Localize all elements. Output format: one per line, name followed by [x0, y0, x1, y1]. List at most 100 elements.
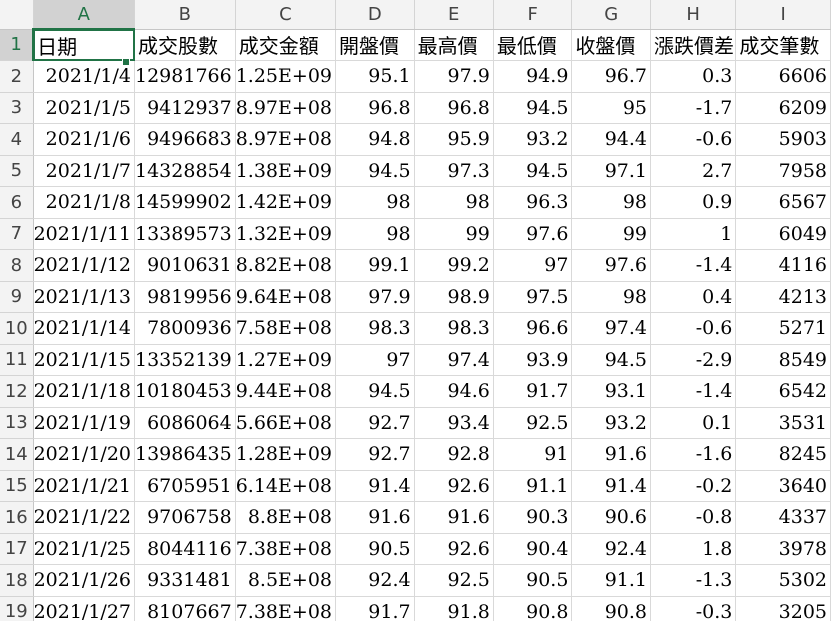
cell-a12[interactable]: 2021/1/18 [33, 375, 136, 408]
cell-h1[interactable]: 漲跌價差 [650, 29, 737, 61]
cell-f11[interactable]: 93.9 [493, 344, 573, 376]
cell-f18[interactable]: 90.5 [493, 564, 573, 597]
cell-f9[interactable]: 97.5 [493, 281, 573, 313]
cell-e15[interactable]: 92.6 [414, 470, 494, 502]
cell-e2[interactable]: 97.9 [414, 60, 494, 93]
cell-g6[interactable]: 98 [571, 186, 652, 219]
cell-i7[interactable]: 6049 [735, 218, 831, 250]
row-header[interactable]: 13 [0, 407, 34, 439]
cell-a4[interactable]: 2021/1/6 [33, 123, 136, 156]
row-header[interactable]: 11 [0, 344, 34, 376]
cell-g9[interactable]: 98 [571, 281, 652, 313]
cell-d6[interactable]: 98 [335, 186, 415, 219]
cell-g2[interactable]: 96.7 [571, 60, 652, 93]
cell-g7[interactable]: 99 [571, 218, 652, 250]
cell-b15[interactable]: 6705951 [134, 470, 236, 502]
cell-g14[interactable]: 91.6 [571, 438, 652, 471]
cell-f10[interactable]: 96.6 [493, 312, 573, 345]
cell-e4[interactable]: 95.9 [414, 123, 494, 156]
cell-a10[interactable]: 2021/1/14 [33, 312, 136, 345]
cell-f2[interactable]: 94.9 [493, 60, 573, 93]
cell-c16[interactable]: 8.8E+08 [235, 501, 337, 534]
cell-g15[interactable]: 91.4 [571, 470, 652, 502]
cell-d19[interactable]: 91.7 [335, 596, 415, 621]
cell-a2[interactable]: 2021/1/4 [33, 60, 136, 93]
cell-g11[interactable]: 94.5 [571, 344, 652, 376]
cell-c15[interactable]: 6.14E+08 [235, 470, 337, 502]
cell-d17[interactable]: 90.5 [335, 533, 415, 565]
cell-i6[interactable]: 6567 [735, 186, 831, 219]
cell-i13[interactable]: 3531 [735, 407, 831, 439]
cell-d15[interactable]: 91.4 [335, 470, 415, 502]
cell-h4[interactable]: -0.6 [650, 123, 737, 156]
cell-c14[interactable]: 1.28E+09 [235, 438, 337, 471]
cell-g12[interactable]: 93.1 [571, 375, 652, 408]
fill-handle[interactable] [122, 58, 130, 66]
cell-h14[interactable]: -1.6 [650, 438, 737, 471]
cell-h6[interactable]: 0.9 [650, 186, 737, 219]
row-header[interactable]: 15 [0, 470, 34, 502]
row-header[interactable]: 17 [0, 533, 34, 565]
cell-c1[interactable]: 成交金額 [235, 29, 337, 61]
cell-b18[interactable]: 9331481 [134, 564, 236, 597]
cell-h8[interactable]: -1.4 [650, 249, 737, 282]
cell-i19[interactable]: 3205 [735, 596, 831, 621]
cell-i11[interactable]: 8549 [735, 344, 831, 376]
cell-h18[interactable]: -1.3 [650, 564, 737, 597]
cell-d10[interactable]: 98.3 [335, 312, 415, 345]
row-header[interactable]: 9 [0, 281, 34, 313]
cell-f5[interactable]: 94.5 [493, 155, 573, 187]
cell-h9[interactable]: 0.4 [650, 281, 737, 313]
cell-e18[interactable]: 92.5 [414, 564, 494, 597]
cell-i17[interactable]: 3978 [735, 533, 831, 565]
row-header[interactable]: 2 [0, 60, 34, 93]
cell-e13[interactable]: 93.4 [414, 407, 494, 439]
cell-e9[interactable]: 98.9 [414, 281, 494, 313]
cell-b11[interactable]: 13352139 [134, 344, 236, 376]
column-header-i[interactable]: I [735, 0, 831, 30]
row-header[interactable]: 12 [0, 375, 34, 408]
cell-i14[interactable]: 8245 [735, 438, 831, 471]
cell-a19[interactable]: 2021/1/27 [33, 596, 136, 621]
row-header[interactable]: 5 [0, 155, 34, 187]
cell-b6[interactable]: 14599902 [134, 186, 236, 219]
cell-e19[interactable]: 91.8 [414, 596, 494, 621]
cell-h11[interactable]: -2.9 [650, 344, 737, 376]
cell-h19[interactable]: -0.3 [650, 596, 737, 621]
row-header[interactable]: 3 [0, 92, 34, 124]
column-header-d[interactable]: D [335, 0, 415, 30]
cell-c17[interactable]: 7.38E+08 [235, 533, 337, 565]
cell-h7[interactable]: 1 [650, 218, 737, 250]
cell-d8[interactable]: 99.1 [335, 249, 415, 282]
select-all-corner[interactable] [0, 0, 34, 30]
cell-f14[interactable]: 91 [493, 438, 573, 471]
cell-e12[interactable]: 94.6 [414, 375, 494, 408]
cell-f17[interactable]: 90.4 [493, 533, 573, 565]
cell-g1[interactable]: 收盤價 [571, 29, 652, 61]
cell-f3[interactable]: 94.5 [493, 92, 573, 124]
cell-h12[interactable]: -1.4 [650, 375, 737, 408]
cell-e5[interactable]: 97.3 [414, 155, 494, 187]
cell-c12[interactable]: 9.44E+08 [235, 375, 337, 408]
cell-a6[interactable]: 2021/1/8 [33, 186, 136, 219]
cell-h3[interactable]: -1.7 [650, 92, 737, 124]
cell-c19[interactable]: 7.38E+08 [235, 596, 337, 621]
column-header-e[interactable]: E [414, 0, 494, 30]
cell-i18[interactable]: 5302 [735, 564, 831, 597]
cell-h2[interactable]: 0.3 [650, 60, 737, 93]
cell-i15[interactable]: 3640 [735, 470, 831, 502]
cell-b12[interactable]: 10180453 [134, 375, 236, 408]
cell-c7[interactable]: 1.32E+09 [235, 218, 337, 250]
cell-c5[interactable]: 1.38E+09 [235, 155, 337, 187]
row-header[interactable]: 16 [0, 501, 34, 534]
cell-g17[interactable]: 92.4 [571, 533, 652, 565]
cell-b2[interactable]: 12981766 [134, 60, 236, 93]
cell-b16[interactable]: 9706758 [134, 501, 236, 534]
cell-a1[interactable]: 日期 [33, 29, 136, 61]
cell-f13[interactable]: 92.5 [493, 407, 573, 439]
cell-g18[interactable]: 91.1 [571, 564, 652, 597]
cell-g4[interactable]: 94.4 [571, 123, 652, 156]
cell-d16[interactable]: 91.6 [335, 501, 415, 534]
cell-e11[interactable]: 97.4 [414, 344, 494, 376]
cell-b3[interactable]: 9412937 [134, 92, 236, 124]
